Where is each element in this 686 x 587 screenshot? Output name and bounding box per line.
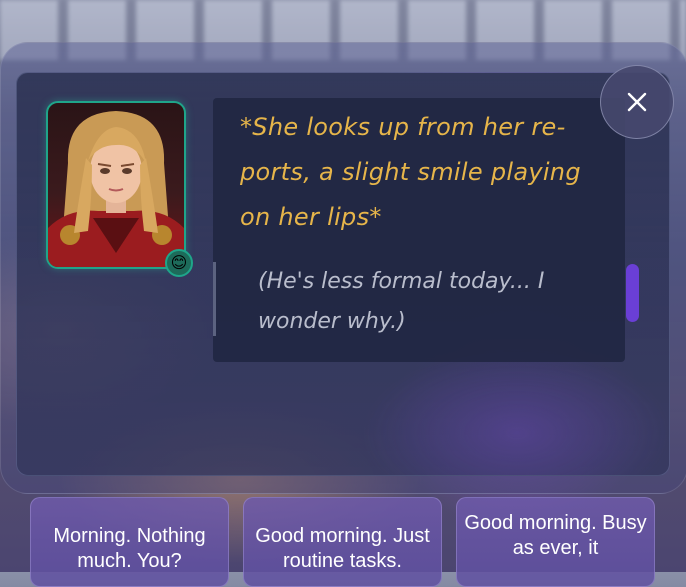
mood-emoji-icon: 😊 — [165, 249, 193, 277]
thought-accent-bar — [213, 262, 216, 336]
choice-label: Good morning. Busy as ever, it — [464, 512, 647, 559]
close-icon — [627, 92, 647, 112]
dialogue-scrollbar[interactable] — [626, 264, 639, 322]
mood-emoji: 😊 — [170, 253, 188, 272]
close-button[interactable] — [600, 65, 674, 139]
choice-label: Morning. Nothing much. You? — [53, 525, 206, 572]
choice-button-2[interactable]: Good morning. Just routine tasks. — [243, 497, 442, 587]
narration-text: *She looks up from her re-ports, a sligh… — [240, 113, 581, 231]
inner-thought-text: (He's less formal today... I wonder why.… — [258, 269, 545, 334]
character-portrait — [46, 101, 186, 269]
choice-button-1[interactable]: Morning. Nothing much. You? — [30, 497, 229, 587]
choice-label: Good morning. Just routine tasks. — [255, 525, 430, 572]
choice-button-3[interactable]: Good morning. Busy as ever, it — [456, 497, 655, 587]
